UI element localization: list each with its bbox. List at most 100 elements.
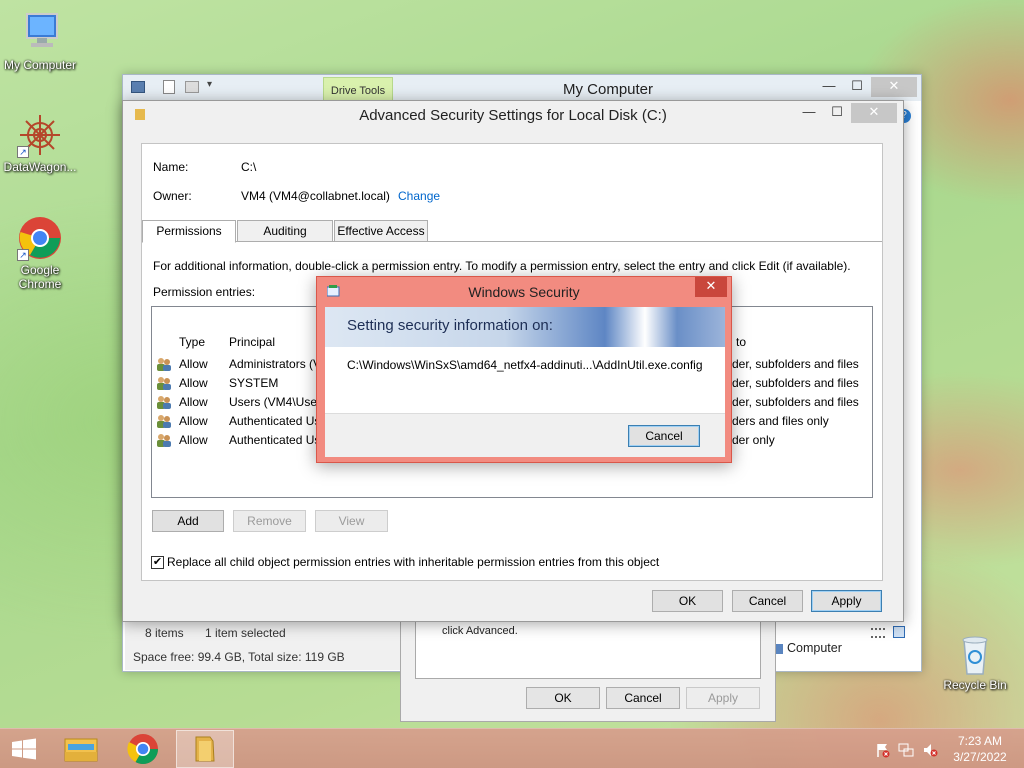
view-button[interactable]: View	[315, 510, 388, 532]
selected-count: 1 item selected	[205, 626, 286, 640]
tab-permissions[interactable]: Permissions	[142, 220, 236, 243]
users-icon	[157, 415, 171, 428]
desktop-icon-my-computer[interactable]: My Computer	[0, 10, 80, 72]
desktop-icon-label: DataWagon...	[3, 160, 77, 174]
maximize-button[interactable]: ☐	[823, 103, 851, 123]
owner-label: Owner:	[153, 189, 192, 203]
entry-type: Allow	[179, 433, 208, 447]
taskbar-chrome[interactable]	[114, 730, 172, 768]
close-button[interactable]: ✕	[695, 277, 727, 297]
properties-dialog: click Advanced. OK Cancel Apply	[400, 614, 776, 722]
entry-applies-to: der, subfolders and files	[732, 395, 859, 409]
drive-tools-tab[interactable]: Drive Tools	[323, 77, 393, 101]
properties-ok-button[interactable]: OK	[526, 687, 600, 709]
folder-icon	[195, 736, 215, 762]
explorer-status-bar: 8 items 1 item selected Space free: 99.4…	[125, 622, 413, 670]
column-header-applies-to[interactable]: to	[736, 335, 746, 349]
entry-type: Allow	[179, 414, 208, 428]
clock-time: 7:23 AM	[957, 734, 1003, 748]
users-icon	[157, 434, 171, 447]
replace-child-permissions-label: Replace all child object permission entr…	[167, 555, 660, 569]
desktop-icon-label: Recycle Bin	[943, 678, 1007, 692]
minimize-button[interactable]: —	[795, 103, 823, 123]
speaker-muted-icon[interactable]	[922, 742, 938, 758]
remove-button[interactable]: Remove	[233, 510, 306, 532]
entry-principal: Authenticated Us	[229, 414, 321, 428]
entry-principal: Users (VM4\User	[229, 395, 322, 409]
entry-principal: Administrators (V	[229, 357, 322, 371]
close-button[interactable]: ✕	[851, 103, 897, 123]
tab-auditing[interactable]: Auditing	[237, 220, 333, 242]
entry-applies-to: der, subfolders and files	[732, 376, 859, 390]
properties-content-panel: click Advanced.	[415, 615, 761, 679]
column-header-principal[interactable]: Principal	[229, 335, 275, 349]
location-label: Computer	[787, 641, 842, 655]
quick-access-toolbar-icon[interactable]	[131, 81, 145, 93]
windows-logo-icon	[12, 738, 36, 760]
entry-type: Allow	[179, 395, 208, 409]
tab-effective-access[interactable]: Effective Access	[334, 220, 428, 242]
large-icons-view-icon[interactable]	[893, 626, 905, 638]
taskbar-file-explorer[interactable]	[52, 730, 110, 768]
permission-entries-label: Permission entries:	[153, 285, 256, 299]
entry-principal: Authenticated Us	[229, 433, 321, 447]
customize-toolbar-icon[interactable]: ▾	[207, 79, 212, 90]
properties-cancel-button[interactable]: Cancel	[606, 687, 680, 709]
cancel-button[interactable]: Cancel	[732, 590, 803, 612]
minimize-button[interactable]: —	[815, 77, 843, 97]
desktop-icon-label: Google Chrome	[18, 263, 62, 291]
chrome-icon	[127, 734, 158, 765]
current-file-path: C:\Windows\WinSxS\amd64_netfx4-addinuti.…	[347, 358, 703, 372]
desktop-icon-label: My Computer	[3, 58, 77, 72]
taskbar: 7:23 AM 3/27/2022	[0, 728, 1024, 768]
replace-child-permissions-checkbox[interactable]: ✔	[151, 556, 164, 569]
ok-button[interactable]: OK	[652, 590, 723, 612]
drive-space: Space free: 99.4 GB, Total size: 119 GB	[133, 650, 345, 664]
desktop-icon-google-chrome[interactable]: ↗ Google Chrome	[0, 215, 80, 291]
start-button[interactable]	[0, 730, 48, 768]
add-button[interactable]: Add	[152, 510, 224, 532]
item-count: 8 items	[145, 626, 184, 640]
explorer-title: My Computer	[562, 81, 654, 98]
security-tabs: Permissions Auditing Effective Access	[142, 220, 882, 243]
clock-date: 3/27/2022	[953, 750, 1007, 764]
new-folder-icon[interactable]	[185, 81, 199, 93]
entry-applies-to: der, subfolders and files	[732, 357, 859, 371]
entry-type: Allow	[179, 357, 208, 371]
change-owner-link[interactable]: Change	[398, 189, 440, 203]
close-button[interactable]: ✕	[871, 77, 917, 97]
desktop-icon-recycle-bin[interactable]: Recycle Bin	[935, 630, 1015, 692]
cancel-button[interactable]: Cancel	[628, 425, 700, 447]
properties-icon[interactable]	[163, 80, 175, 94]
recycle-bin-icon	[952, 630, 998, 676]
windows-security-dialog: Windows Security ✕ Setting security info…	[316, 276, 732, 463]
chrome-icon: ↗	[17, 215, 63, 261]
owner-value: VM4 (VM4@collabnet.local)	[241, 189, 390, 203]
datawagon-icon: ↗	[17, 112, 63, 158]
details-view-icon[interactable]	[871, 628, 885, 638]
properties-hint: click Advanced.	[442, 625, 518, 637]
name-label: Name:	[153, 160, 189, 174]
permissions-info-text: For additional information, double-click…	[153, 259, 851, 273]
column-header-type[interactable]: Type	[179, 335, 205, 349]
taskbar-my-computer-window[interactable]	[176, 730, 234, 768]
apply-button[interactable]: Apply	[811, 590, 882, 612]
explorer-location-status: Computer	[773, 641, 921, 667]
shortcut-arrow-icon: ↗	[17, 249, 29, 261]
computer-icon	[17, 10, 63, 56]
dialog-title: Advanced Security Settings for Local Dis…	[359, 107, 667, 124]
action-center-flag-icon[interactable]	[875, 742, 891, 758]
entry-principal: SYSTEM	[229, 376, 279, 390]
users-icon	[157, 396, 171, 409]
desktop-icon-datawagon[interactable]: ↗ DataWagon...	[0, 112, 80, 174]
maximize-button[interactable]: ☐	[843, 77, 871, 97]
shortcut-arrow-icon: ↗	[17, 146, 29, 158]
users-icon	[157, 377, 171, 390]
clock[interactable]: 7:23 AM 3/27/2022	[950, 733, 1010, 765]
network-icon[interactable]	[898, 742, 914, 758]
entry-type: Allow	[179, 376, 208, 390]
progress-heading: Setting security information on:	[347, 317, 553, 334]
name-value: C:\	[241, 160, 257, 174]
properties-apply-button[interactable]: Apply	[686, 687, 760, 709]
users-icon	[157, 358, 171, 371]
